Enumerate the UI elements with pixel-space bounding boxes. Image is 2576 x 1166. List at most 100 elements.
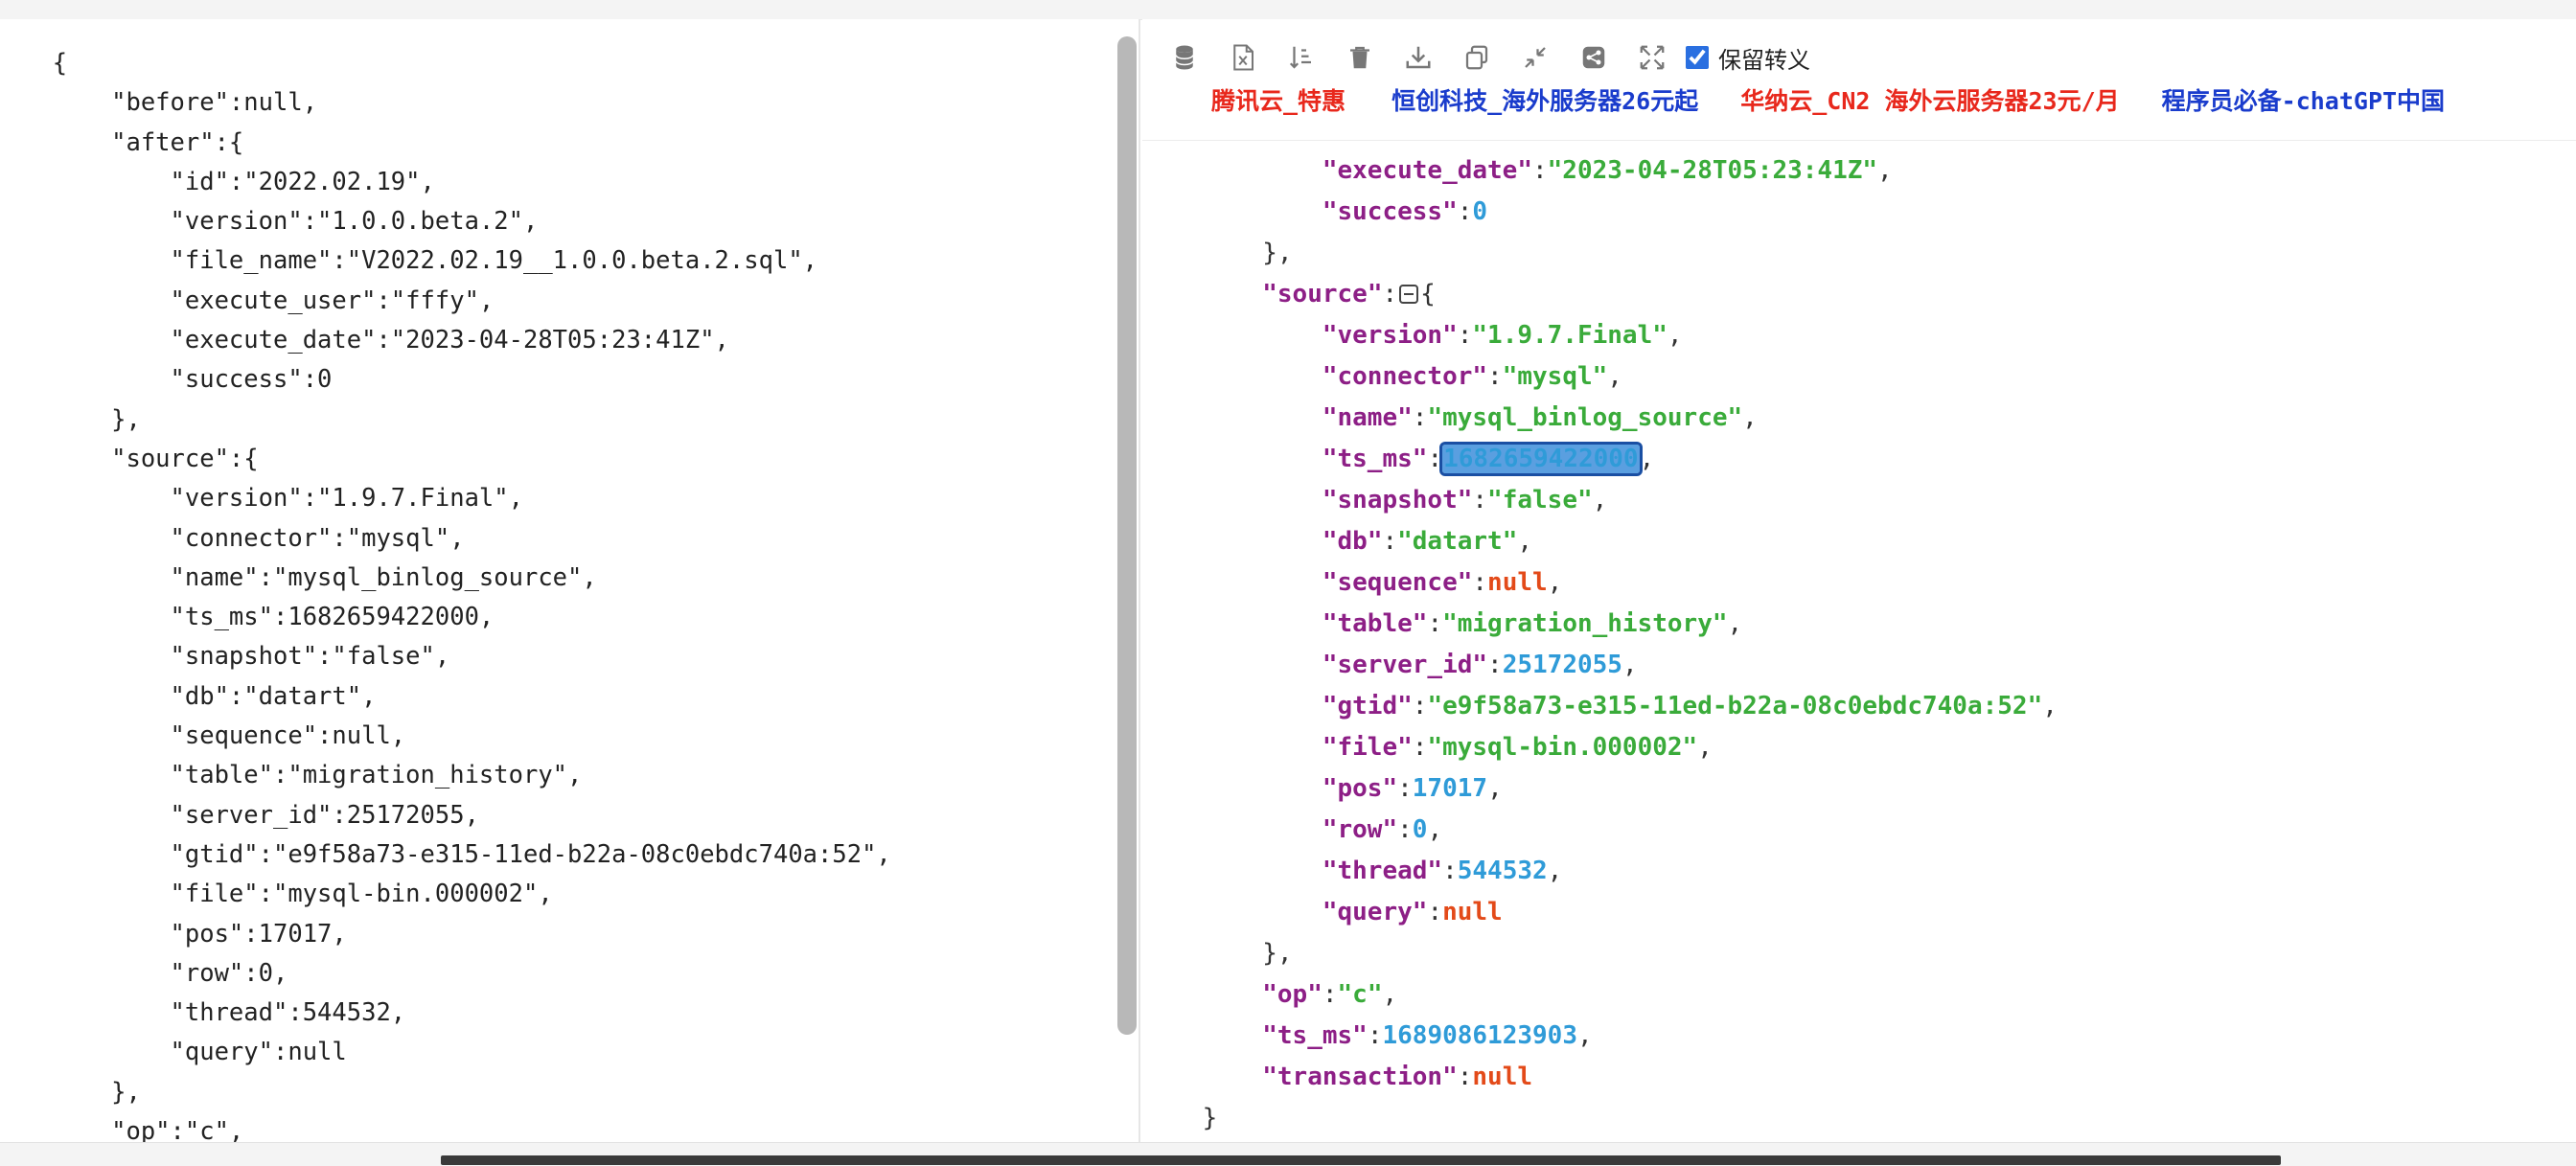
json-key: execute_date xyxy=(1337,156,1518,185)
json-value[interactable]: "2023-04-28T05:23:41Z" xyxy=(1548,156,1877,185)
json-key: gtid xyxy=(1337,692,1398,720)
formatted-json-pane[interactable]: "execute_date":"2023-04-28T05:23:41Z", "… xyxy=(1142,19,2576,1142)
json-key: row xyxy=(1337,815,1383,844)
json-key: success xyxy=(1337,197,1443,226)
raw-json-line: "execute_user":"fffy", xyxy=(23,286,494,315)
ad-link-huana[interactable]: 华纳云_CN2 海外云服务器23元/月 xyxy=(1740,82,2119,117)
json-key: ts_ms xyxy=(1337,445,1413,473)
raw-json-line: "pos":17017, xyxy=(23,919,347,949)
json-value[interactable]: null xyxy=(1487,568,1548,597)
json-value[interactable]: 0 xyxy=(1472,197,1487,226)
browser-top-strip xyxy=(0,0,2576,20)
json-value[interactable]: 1689086123903 xyxy=(1382,1021,1577,1050)
json-tree-line: "pos":17017, xyxy=(1322,774,1503,803)
json-value[interactable]: "c" xyxy=(1338,980,1383,1009)
json-bracket: } xyxy=(1262,939,1277,968)
raw-json-line: "after":{ xyxy=(23,127,244,157)
sort-icon[interactable] xyxy=(1282,38,1321,77)
json-value[interactable]: null xyxy=(1442,898,1503,926)
json-tree-line: "name":"mysql_binlog_source", xyxy=(1322,403,1758,432)
json-tree-line: "ts_ms":1682659422000, xyxy=(1322,442,1655,476)
ad-link-chatgpt[interactable]: 程序员必备-chatGPT中国 xyxy=(2162,82,2445,117)
raw-json-line: "connector":"mysql", xyxy=(23,523,465,553)
collapse-toggle-icon[interactable] xyxy=(1399,285,1419,304)
json-value[interactable]: null xyxy=(1472,1063,1532,1091)
json-value[interactable]: "1.9.7.Final" xyxy=(1472,321,1668,350)
raw-json-line: "file":"mysql-bin.000002", xyxy=(23,880,553,909)
json-key: snapshot xyxy=(1337,486,1458,514)
ad-link-tencent[interactable]: 腾讯云_特惠 xyxy=(1211,82,1346,117)
json-key: version xyxy=(1337,321,1443,350)
json-value[interactable]: "mysql_binlog_source" xyxy=(1427,403,1742,432)
excel-export-icon[interactable] xyxy=(1224,38,1262,77)
collapse-arrows-icon[interactable] xyxy=(1516,38,1554,77)
json-value[interactable]: "mysql" xyxy=(1503,362,1608,391)
json-tree-line: "gtid":"e9f58a73-e315-11ed-b22a-08c0ebdc… xyxy=(1322,692,2058,720)
json-tree-line: "ts_ms":1689086123903, xyxy=(1262,1021,1593,1050)
json-value[interactable]: 544532 xyxy=(1458,857,1548,885)
json-value[interactable]: 25172055 xyxy=(1503,651,1622,679)
json-value-selected[interactable]: 1682659422000 xyxy=(1439,442,1643,476)
raw-json-line: "version":"1.9.7.Final", xyxy=(23,484,523,514)
json-key: db xyxy=(1337,527,1368,556)
share-icon[interactable] xyxy=(1575,38,1613,77)
raw-json-line: "op":"c", xyxy=(23,1117,244,1142)
json-tree-line: "op":"c", xyxy=(1262,980,1398,1009)
json-bracket: } xyxy=(1202,1104,1218,1132)
raw-json-line: "before":null, xyxy=(23,88,318,118)
trash-icon[interactable] xyxy=(1341,38,1379,77)
raw-json-line: "thread":544532, xyxy=(23,998,406,1028)
json-value[interactable]: "e9f58a73-e315-11ed-b22a-08c0ebdc740a:52… xyxy=(1427,692,2042,720)
json-tree-line: "source":{ xyxy=(1262,280,1436,309)
ad-links-row: 腾讯云_特惠 恒创科技_海外服务器26元起 华纳云_CN2 海外云服务器23元/… xyxy=(1211,80,2445,119)
json-key: server_id xyxy=(1337,651,1473,679)
formatted-json-tree[interactable]: "execute_date":"2023-04-28T05:23:41Z", "… xyxy=(1142,150,2058,1139)
raw-json-line: "gtid":"e9f58a73-e315-11ed-b22a-08c0ebdc… xyxy=(23,839,891,869)
raw-json-line: "execute_date":"2023-04-28T05:23:41Z", xyxy=(23,326,729,355)
json-tree-line: "connector":"mysql", xyxy=(1322,362,1622,391)
json-value[interactable]: 17017 xyxy=(1413,774,1487,803)
raw-json-text[interactable]: { "before":null, "after":{ "id":"2022.02… xyxy=(23,44,891,1142)
json-toolbar: 保留转义 腾讯云_特惠 恒创科技_海外服务器26元起 华纳云_CN2 海外云服务… xyxy=(1142,19,2576,141)
json-value[interactable]: "datart" xyxy=(1397,527,1517,556)
ad-link-hengchuang[interactable]: 恒创科技_海外服务器26元起 xyxy=(1392,82,1698,117)
json-key: ts_ms xyxy=(1276,1021,1353,1050)
vertical-scrollbar[interactable] xyxy=(1117,36,1137,1035)
horizontal-scrollbar[interactable] xyxy=(441,1155,2281,1165)
json-key: sequence xyxy=(1337,568,1458,597)
json-key: source xyxy=(1276,280,1368,309)
raw-json-line: "success":0 xyxy=(23,365,333,395)
raw-json-line: "snapshot":"false", xyxy=(23,642,450,672)
json-tree-line: "version":"1.9.7.Final", xyxy=(1322,321,1683,350)
raw-json-line: "row":0, xyxy=(23,958,288,988)
json-tree-line: "transaction":null xyxy=(1262,1063,1533,1091)
json-key: name xyxy=(1337,403,1398,432)
json-key: table xyxy=(1337,609,1413,638)
json-tree-line: "row":0, xyxy=(1322,815,1443,844)
json-tree-line: "table":"migration_history", xyxy=(1322,609,1743,638)
json-tree-line: } xyxy=(1142,1098,2058,1139)
json-key: connector xyxy=(1337,362,1473,391)
raw-json-pane[interactable]: { "before":null, "after":{ "id":"2022.02… xyxy=(0,19,1140,1142)
preserve-escape-label: 保留转义 xyxy=(1718,46,1810,74)
download-icon[interactable] xyxy=(1399,38,1438,77)
json-tree-line: "query":null xyxy=(1322,898,1503,926)
raw-json-line: }, xyxy=(23,1077,141,1107)
json-value[interactable]: "mysql-bin.000002" xyxy=(1427,733,1697,762)
json-value[interactable]: 0 xyxy=(1413,815,1428,844)
json-key: file xyxy=(1337,733,1398,762)
raw-json-line: "file_name":"V2022.02.19__1.0.0.beta.2.s… xyxy=(23,246,818,276)
json-tree-line: "db":"datart", xyxy=(1322,527,1533,556)
json-value[interactable]: "migration_history" xyxy=(1442,609,1727,638)
preserve-escape-checkbox-input[interactable] xyxy=(1686,46,1709,69)
raw-json-line: "source":{ xyxy=(23,444,259,473)
database-icon[interactable] xyxy=(1165,38,1204,77)
expand-arrows-icon[interactable] xyxy=(1633,38,1671,77)
json-tree-line: "execute_date":"2023-04-28T05:23:41Z", xyxy=(1322,156,1893,185)
preserve-escape-checkbox[interactable]: 保留转义 xyxy=(1686,41,1810,75)
json-tree-line: "success":0 xyxy=(1322,197,1488,226)
json-value[interactable]: "false" xyxy=(1487,486,1593,514)
raw-json-line: }, xyxy=(23,404,141,434)
copy-icon[interactable] xyxy=(1458,38,1496,77)
raw-json-line: "sequence":null, xyxy=(23,721,406,751)
